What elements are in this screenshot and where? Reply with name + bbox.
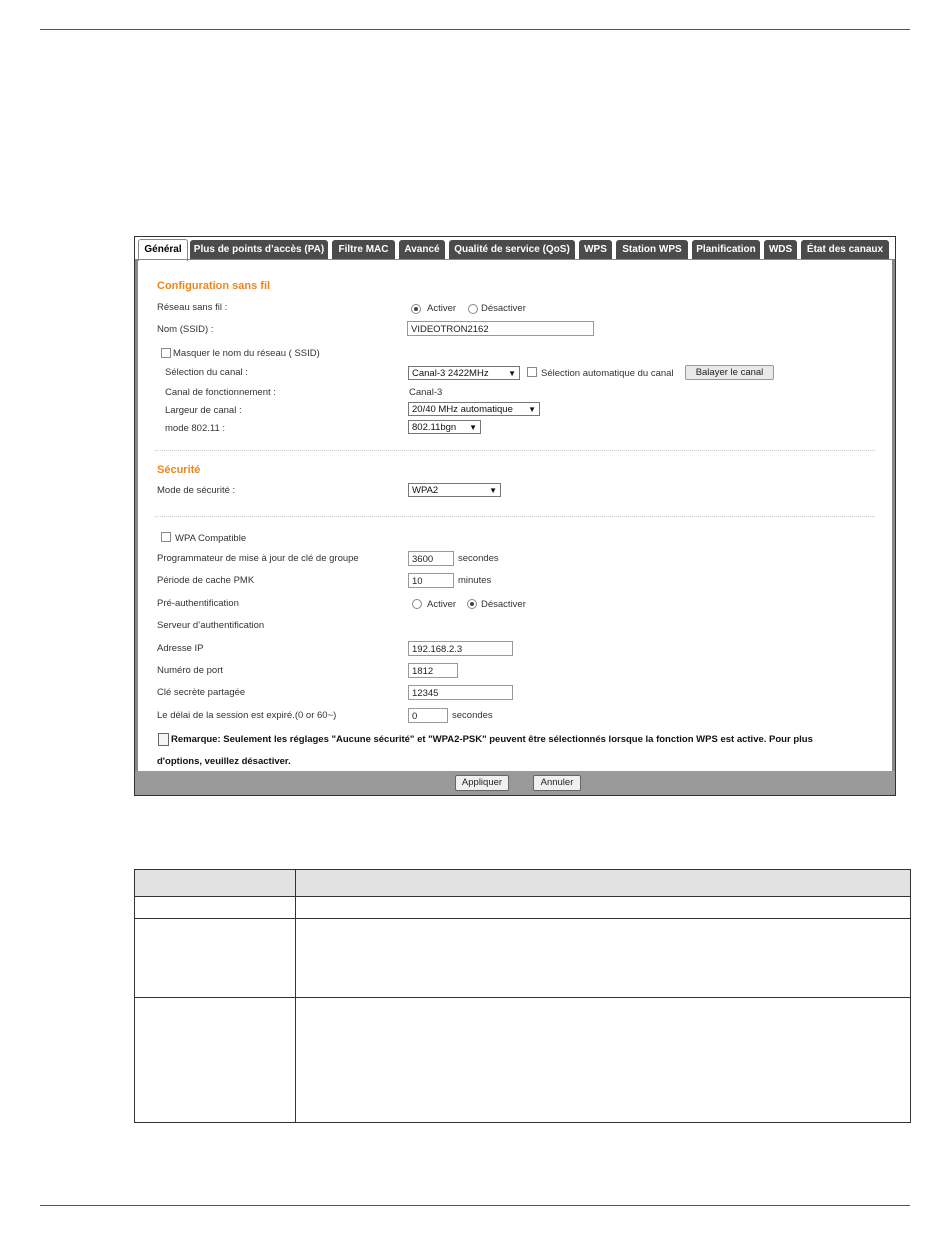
scan-channel-button[interactable]: Balayer le canal: [685, 365, 774, 380]
port-number-label: Numéro de port: [157, 665, 224, 676]
bandwidth-select[interactable]: 20/40 MHz automatique ▼: [408, 402, 540, 416]
mode-80211-label: mode 802.11 :: [165, 423, 226, 434]
operating-channel-value: Canal-3: [409, 387, 443, 398]
security-mode-label: Mode de sécurité :: [157, 485, 236, 496]
security-mode-select-value: WPA2: [412, 485, 439, 496]
wpa-compatible-label: WPA Compatible: [175, 533, 247, 544]
session-timeout-input[interactable]: 0: [408, 708, 448, 723]
tab-wps-station[interactable]: Station WPS: [616, 240, 688, 259]
channel-label: Sélection du canal :: [165, 367, 248, 378]
hide-ssid-checkbox[interactable]: [161, 348, 171, 358]
note-icon: [158, 733, 169, 746]
table-cell: [134, 896, 296, 919]
session-timeout-unit: secondes: [452, 710, 493, 721]
mode-80211-select-value: 802.11bgn: [412, 422, 457, 433]
group-key-input[interactable]: 3600: [408, 551, 454, 566]
table-cell: [295, 896, 911, 919]
wps-note-line2: d'options, veuillez désactiver.: [157, 756, 291, 767]
router-settings-screenshot: Général Plus de points d’accès (PA) Filt…: [134, 236, 896, 796]
table-row: [134, 997, 911, 1123]
description-table: [134, 869, 911, 1123]
pmk-cache-unit: minutes: [458, 575, 492, 586]
chevron-down-icon: ▼: [469, 423, 477, 432]
ssid-input[interactable]: VIDEOTRON2162: [407, 321, 594, 336]
section-divider: [155, 450, 875, 451]
tab-channel-status[interactable]: État des canaux: [801, 240, 889, 259]
ip-address-label: Adresse IP: [157, 643, 204, 654]
wireless-network-label: Réseau sans fil :: [157, 302, 228, 313]
table-cell: [134, 997, 296, 1123]
table-cell: [295, 918, 911, 998]
session-timeout-label: Le délai de la session est expiré.(0 or …: [157, 710, 337, 721]
table-header-cell: [295, 869, 911, 897]
ssid-label: Nom (SSID) :: [157, 324, 214, 335]
table-header-row: [134, 869, 911, 897]
preauth-enable-radio[interactable]: [412, 599, 422, 609]
wireless-enable-label: Activer: [427, 303, 457, 314]
channel-select[interactable]: Canal-3 2422MHz ▼: [408, 366, 520, 380]
auto-channel-checkbox[interactable]: [527, 367, 537, 377]
section-divider: [155, 516, 875, 517]
port-number-input[interactable]: 1812: [408, 663, 458, 678]
table-cell: [134, 918, 296, 998]
tab-divider: [135, 259, 895, 260]
preauth-disable-label: Désactiver: [481, 599, 526, 610]
wireless-enable-radio[interactable]: [411, 304, 421, 314]
tab-schedule[interactable]: Planification: [692, 240, 760, 259]
tab-qos[interactable]: Qualité de service (QoS): [449, 240, 575, 259]
pmk-cache-label: Période de cache PMK: [157, 575, 255, 586]
channel-select-value: Canal-3 2422MHz: [412, 368, 489, 379]
security-title: Sécurité: [157, 464, 201, 476]
mode-80211-select[interactable]: 802.11bgn ▼: [408, 420, 481, 434]
security-mode-select[interactable]: WPA2 ▼: [408, 483, 501, 497]
preauth-enable-label: Activer: [427, 599, 457, 610]
tab-wps[interactable]: WPS: [579, 240, 612, 259]
apply-button[interactable]: Appliquer: [455, 775, 509, 791]
chevron-down-icon: ▼: [528, 405, 536, 414]
preauth-disable-radio[interactable]: [467, 599, 477, 609]
tab-mac-filter[interactable]: Filtre MAC: [332, 240, 395, 259]
frame-right-border: [892, 259, 895, 771]
wireless-disable-label: Désactiver: [481, 303, 526, 314]
auto-channel-label: Sélection automatique du canal: [541, 368, 674, 379]
wireless-disable-radio[interactable]: [468, 304, 478, 314]
shared-secret-input[interactable]: 12345: [408, 685, 513, 700]
tab-more-access-points[interactable]: Plus de points d’accès (PA): [190, 240, 328, 259]
tab-general[interactable]: Général: [138, 239, 188, 261]
pmk-cache-input[interactable]: 10: [408, 573, 454, 588]
wpa-compatible-checkbox[interactable]: [161, 532, 171, 542]
group-key-unit: secondes: [458, 553, 499, 564]
tab-bar: Général Plus de points d’accès (PA) Filt…: [135, 237, 895, 261]
table-cell: [295, 997, 911, 1123]
group-key-label: Programmateur de mise à jour de clé de g…: [157, 553, 359, 564]
tab-advanced[interactable]: Avancé: [399, 240, 445, 259]
operating-channel-label: Canal de fonctionnement :: [165, 387, 276, 398]
table-row: [134, 896, 911, 919]
chevron-down-icon: ▼: [489, 486, 497, 495]
footer-bar: Appliquer Annuler: [135, 771, 895, 795]
chevron-down-icon: ▼: [508, 369, 516, 378]
frame-left-border: [135, 259, 138, 771]
ip-address-input[interactable]: 192.168.2.3: [408, 641, 513, 656]
shared-secret-label: Clé secrète partagée: [157, 687, 246, 698]
bandwidth-label: Largeur de canal :: [165, 405, 242, 416]
preauth-label: Pré-authentification: [157, 598, 239, 609]
auth-server-label: Serveur d’authentification: [157, 620, 265, 631]
table-row: [134, 918, 911, 998]
wireless-config-title: Configuration sans fil: [157, 280, 271, 292]
page-top-rule: [40, 29, 910, 30]
hide-ssid-label: Masquer le nom du réseau ( SSID): [173, 348, 320, 359]
tab-wds[interactable]: WDS: [764, 240, 797, 259]
wps-note-line1: Remarque: Seulement les réglages "Aucune…: [171, 734, 813, 745]
page-bottom-rule: [40, 1205, 910, 1206]
cancel-button[interactable]: Annuler: [533, 775, 581, 791]
table-header-cell: [134, 869, 296, 897]
bandwidth-select-value: 20/40 MHz automatique: [412, 404, 513, 415]
